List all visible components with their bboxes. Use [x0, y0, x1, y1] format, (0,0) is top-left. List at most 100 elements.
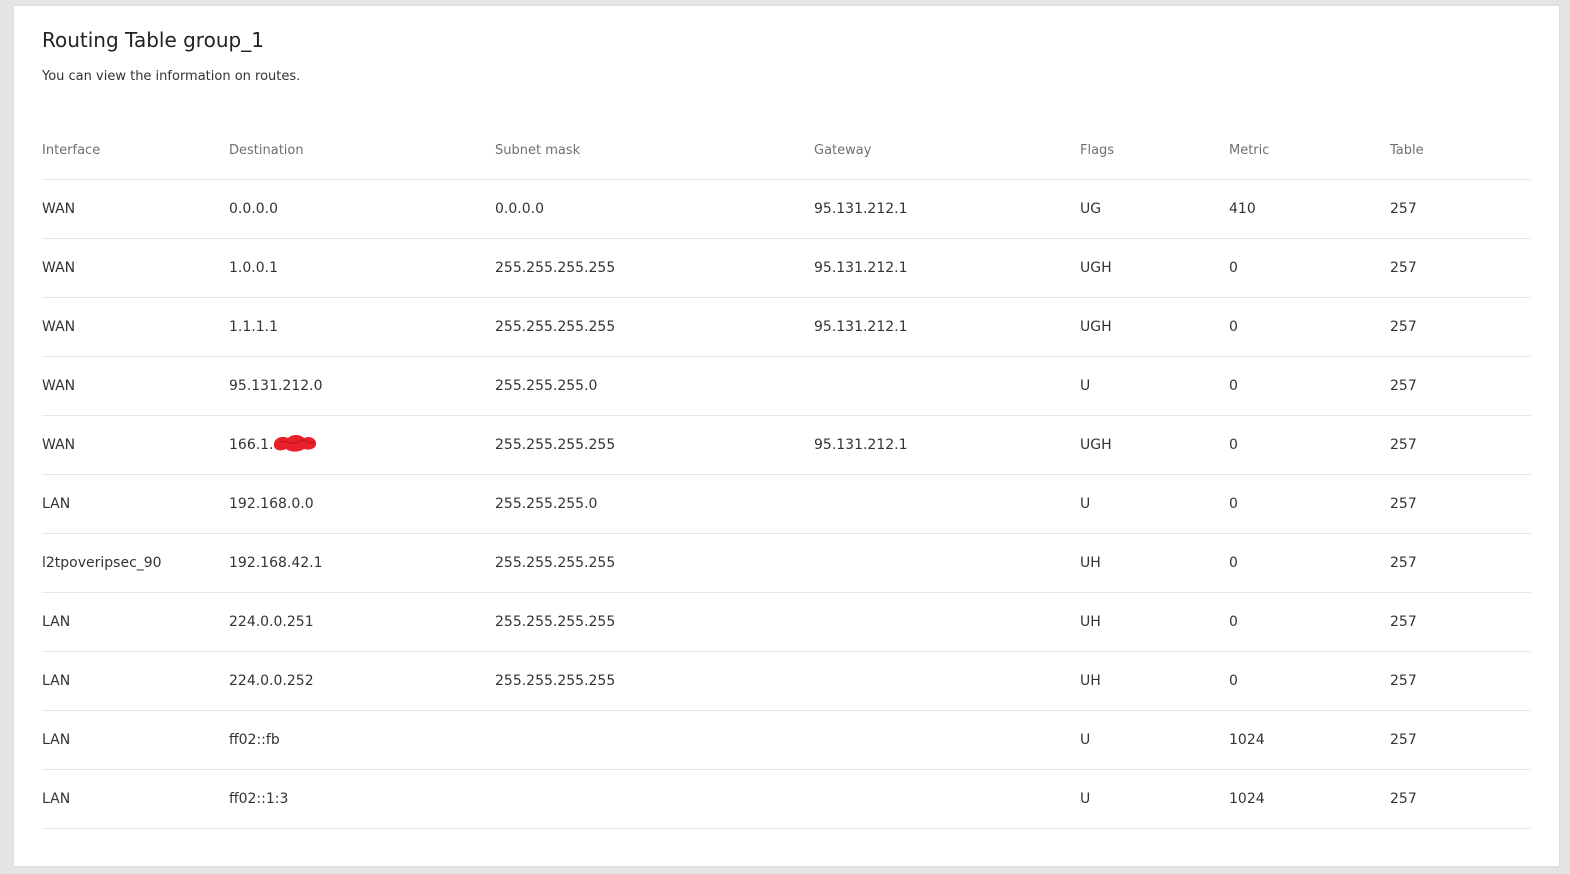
cell-subnet-mask: 255.255.255.255: [495, 533, 814, 593]
cell-subnet-mask: [495, 769, 814, 829]
cell-gateway: 95.131.212.1: [814, 238, 1080, 298]
column-header-metric: Metric: [1229, 121, 1390, 180]
cell-destination: 192.168.0.0: [229, 474, 495, 534]
cell-subnet-mask: 255.255.255.0: [495, 356, 814, 416]
column-header-destination: Destination: [229, 121, 495, 180]
cell-interface: WAN: [42, 297, 229, 357]
cell-gateway: 95.131.212.1: [814, 179, 1080, 239]
cell-flags: UGH: [1080, 297, 1229, 357]
cell-table: 257: [1390, 533, 1531, 593]
cell-interface: LAN: [42, 474, 229, 534]
cell-gateway: [814, 710, 1080, 770]
cell-destination: 224.0.0.251: [229, 592, 495, 652]
table-row: WAN 95.131.212.0 255.255.255.0 U 0 257: [42, 356, 1531, 416]
column-header-interface: Interface: [42, 121, 229, 180]
table-row: LAN ff02::1:3 U 1024 257: [42, 769, 1531, 829]
cell-subnet-mask: 255.255.255.255: [495, 651, 814, 711]
destination-partial-text: 166.1.: [229, 437, 274, 453]
cell-destination: 1.0.0.1: [229, 238, 495, 298]
cell-interface: l2tpoveripsec_90: [42, 533, 229, 593]
cell-destination: 166.1.: [229, 415, 495, 475]
table-row: l2tpoveripsec_90 192.168.42.1 255.255.25…: [42, 533, 1531, 593]
cell-destination: 95.131.212.0: [229, 356, 495, 416]
cell-gateway: [814, 356, 1080, 416]
cell-table: 257: [1390, 651, 1531, 711]
cell-interface: WAN: [42, 356, 229, 416]
cell-subnet-mask: 255.255.255.255: [495, 238, 814, 298]
cell-interface: WAN: [42, 179, 229, 239]
cell-metric: 0: [1229, 533, 1390, 593]
cell-table: 257: [1390, 356, 1531, 416]
cell-table: 257: [1390, 238, 1531, 298]
cell-table: 257: [1390, 297, 1531, 357]
cell-destination: ff02::fb: [229, 710, 495, 770]
cell-metric: 0: [1229, 297, 1390, 357]
cell-destination: 224.0.0.252: [229, 651, 495, 711]
page-subtitle: You can view the information on routes.: [42, 69, 301, 84]
column-header-table: Table: [1390, 121, 1531, 180]
cell-interface: LAN: [42, 769, 229, 829]
cell-interface: WAN: [42, 415, 229, 475]
page-title: Routing Table group_1: [42, 28, 264, 52]
column-header-flags: Flags: [1080, 121, 1229, 180]
cell-flags: U: [1080, 474, 1229, 534]
cell-interface: WAN: [42, 238, 229, 298]
cell-destination: 1.1.1.1: [229, 297, 495, 357]
cell-subnet-mask: [495, 710, 814, 770]
cell-flags: UG: [1080, 179, 1229, 239]
cell-interface: LAN: [42, 651, 229, 711]
cell-flags: UH: [1080, 592, 1229, 652]
cell-subnet-mask: 255.255.255.0: [495, 474, 814, 534]
cell-gateway: [814, 474, 1080, 534]
table-row: LAN ff02::fb U 1024 257: [42, 710, 1531, 770]
table-row: WAN 1.1.1.1 255.255.255.255 95.131.212.1…: [42, 297, 1531, 357]
cell-subnet-mask: 255.255.255.255: [495, 297, 814, 357]
cell-gateway: [814, 651, 1080, 711]
cell-gateway: 95.131.212.1: [814, 415, 1080, 475]
cell-destination: 0.0.0.0: [229, 179, 495, 239]
cell-metric: 0: [1229, 415, 1390, 475]
routes-table: Interface Destination Subnet mask Gatewa…: [42, 121, 1531, 829]
cell-flags: U: [1080, 710, 1229, 770]
cell-flags: U: [1080, 769, 1229, 829]
cell-subnet-mask: 0.0.0.0: [495, 179, 814, 239]
column-header-subnet-mask: Subnet mask: [495, 121, 814, 180]
column-header-gateway: Gateway: [814, 121, 1080, 180]
cell-destination: ff02::1:3: [229, 769, 495, 829]
cell-metric: 410: [1229, 179, 1390, 239]
table-row: LAN 224.0.0.251 255.255.255.255 UH 0 257: [42, 592, 1531, 652]
table-row: LAN 192.168.0.0 255.255.255.0 U 0 257: [42, 474, 1531, 534]
cell-metric: 1024: [1229, 710, 1390, 770]
routing-table-panel: Routing Table group_1 You can view the i…: [14, 6, 1559, 866]
cell-subnet-mask: 255.255.255.255: [495, 592, 814, 652]
cell-table: 257: [1390, 769, 1531, 829]
cell-metric: 0: [1229, 238, 1390, 298]
table-row: WAN 166.1. 255.255.255.255 95.131.212.1 …: [42, 415, 1531, 475]
table-row: LAN 224.0.0.252 255.255.255.255 UH 0 257: [42, 651, 1531, 711]
cell-interface: LAN: [42, 592, 229, 652]
cell-destination: 192.168.42.1: [229, 533, 495, 593]
cell-gateway: [814, 592, 1080, 652]
cell-table: 257: [1390, 710, 1531, 770]
cell-gateway: [814, 769, 1080, 829]
cell-gateway: 95.131.212.1: [814, 297, 1080, 357]
cell-table: 257: [1390, 474, 1531, 534]
table-header-row: Interface Destination Subnet mask Gatewa…: [42, 121, 1531, 180]
cell-gateway: [814, 533, 1080, 593]
table-row: WAN 1.0.0.1 255.255.255.255 95.131.212.1…: [42, 238, 1531, 298]
cell-metric: 0: [1229, 356, 1390, 416]
cell-table: 257: [1390, 592, 1531, 652]
cell-flags: UGH: [1080, 238, 1229, 298]
cell-metric: 1024: [1229, 769, 1390, 829]
cell-flags: UGH: [1080, 415, 1229, 475]
redaction-scribble-icon: [273, 435, 316, 452]
cell-metric: 0: [1229, 651, 1390, 711]
table-row: WAN 0.0.0.0 0.0.0.0 95.131.212.1 UG 410 …: [42, 179, 1531, 239]
cell-metric: 0: [1229, 592, 1390, 652]
cell-flags: UH: [1080, 533, 1229, 593]
cell-flags: U: [1080, 356, 1229, 416]
cell-interface: LAN: [42, 710, 229, 770]
cell-metric: 0: [1229, 474, 1390, 534]
cell-flags: UH: [1080, 651, 1229, 711]
cell-table: 257: [1390, 179, 1531, 239]
